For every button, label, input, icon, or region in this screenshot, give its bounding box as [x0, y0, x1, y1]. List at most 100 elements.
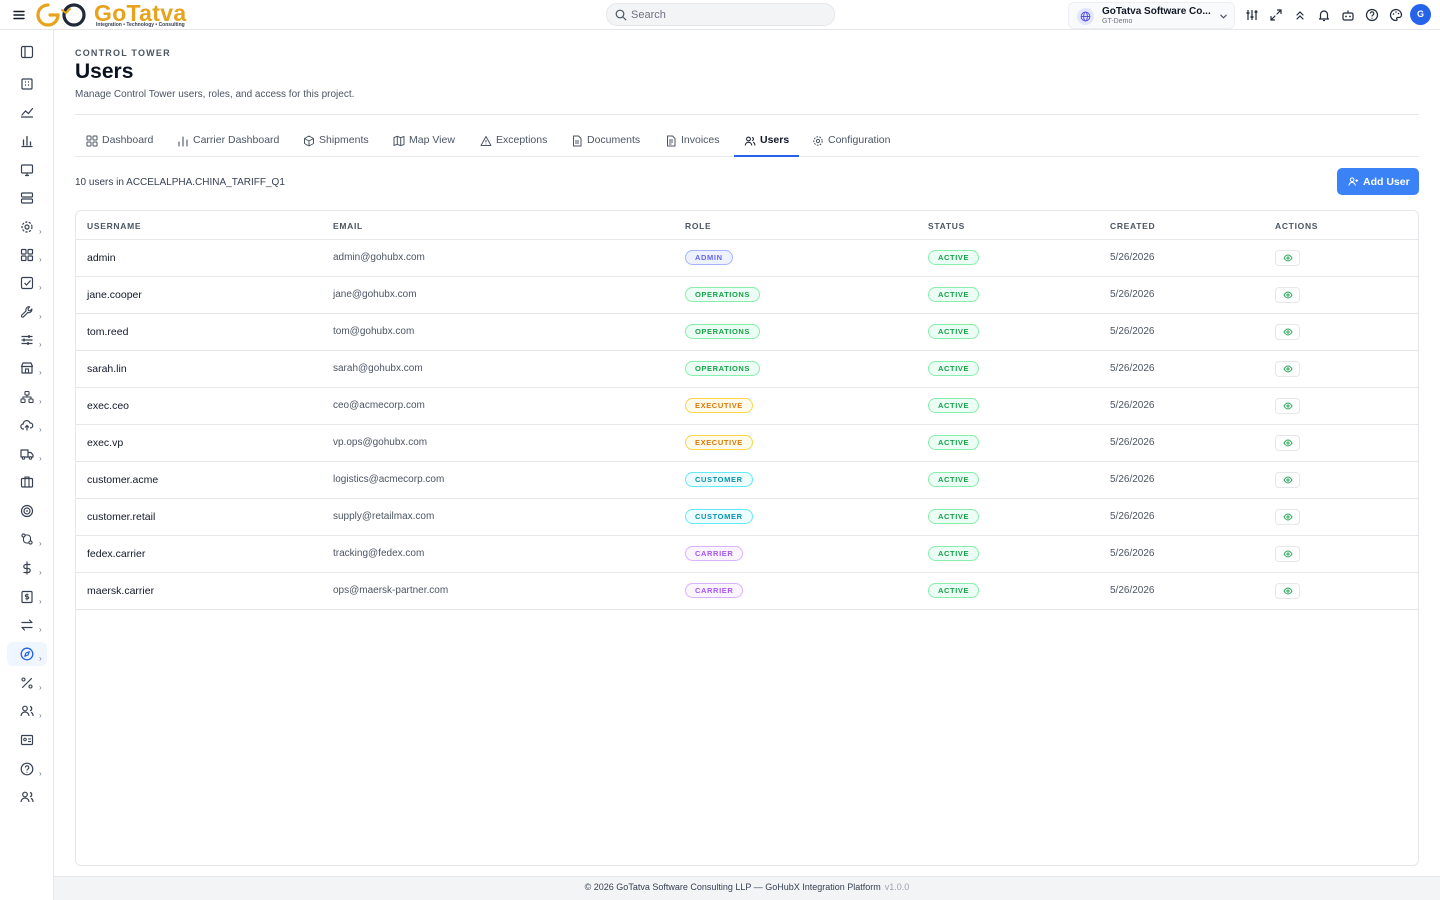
menu-icon[interactable] — [11, 7, 27, 23]
tab-label: Map View — [409, 134, 455, 146]
sidebar-item-collapse[interactable] — [7, 40, 47, 64]
role-badge: OPERATIONS — [685, 324, 761, 339]
sidebar-item-people[interactable] — [7, 785, 47, 809]
view-user-button[interactable] — [1275, 324, 1300, 340]
sidebar-item-settings[interactable]: › — [7, 215, 47, 239]
table-row[interactable]: customer.acme logistics@acmecorp.com CUS… — [76, 462, 1418, 499]
percent-icon — [21, 677, 33, 689]
fullscreen-icon[interactable] — [1268, 7, 1284, 23]
view-user-button[interactable] — [1275, 250, 1300, 266]
sidebar-item-discounts[interactable]: › — [7, 671, 47, 695]
view-user-button[interactable] — [1275, 287, 1300, 303]
network-icon — [20, 390, 34, 404]
panel-icon — [20, 45, 34, 59]
add-user-label: Add User — [1363, 176, 1410, 188]
table-row[interactable]: sarah.lin sarah@gohubx.com OPERATIONS AC… — [76, 351, 1418, 388]
sidebar-item-controls[interactable]: › — [7, 328, 47, 352]
sidebar-item-store[interactable]: › — [7, 356, 47, 380]
email-cell: tom@gohubx.com — [333, 326, 415, 337]
sidebar-item-tools[interactable]: › — [7, 300, 47, 324]
users-table: USERNAME EMAIL ROLE STATUS CREATED ACTIO… — [75, 210, 1419, 866]
table-row[interactable]: tom.reed tom@gohubx.com OPERATIONS ACTIV… — [76, 314, 1418, 351]
table-row[interactable]: exec.vp vp.ops@gohubx.com EXECUTIVE ACTI… — [76, 425, 1418, 462]
sidebar-item-control-tower[interactable]: › — [7, 642, 47, 666]
table-row[interactable]: maersk.carrier ops@maersk-partner.com CA… — [76, 573, 1418, 610]
table-row[interactable]: exec.ceo ceo@acmecorp.com EXECUTIVE ACTI… — [76, 388, 1418, 425]
email-cell: sarah@gohubx.com — [333, 363, 423, 374]
search-input[interactable] — [631, 7, 821, 22]
status-badge: ACTIVE — [928, 287, 980, 302]
invoice-icon — [667, 135, 676, 147]
column-header-created[interactable]: CREATED — [1110, 221, 1155, 231]
store-icon — [20, 362, 34, 374]
sidebar-item-help[interactable]: › — [7, 757, 47, 781]
sidebar-item-monitor[interactable] — [7, 158, 47, 182]
tenant-switcher[interactable]: GoTatva Software Co... GT-Demo — [1068, 2, 1235, 29]
sidebar-item-billing[interactable]: › — [7, 585, 47, 609]
status-badge: ACTIVE — [928, 546, 980, 561]
logo[interactable]: GoTatva Integration • Technology • Consu… — [34, 0, 204, 30]
column-header-status[interactable]: STATUS — [928, 221, 965, 231]
tab-users[interactable]: Users — [734, 126, 799, 157]
sidebar-item-upload[interactable]: › — [7, 413, 47, 437]
chevron-right-icon: › — [39, 683, 42, 692]
git-compare-icon — [21, 533, 33, 545]
add-user-button[interactable]: Add User — [1337, 168, 1419, 195]
sidebar-item-id-cards[interactable] — [7, 728, 47, 752]
chevrons-up-icon[interactable] — [1292, 7, 1308, 23]
id-card-icon — [20, 734, 34, 746]
view-user-button[interactable] — [1275, 435, 1300, 451]
sidebar-item-routes[interactable]: › — [7, 527, 47, 551]
section-eyebrow: CONTROL TOWER — [75, 48, 171, 58]
view-user-button[interactable] — [1275, 583, 1300, 599]
view-user-button[interactable] — [1275, 361, 1300, 377]
cloud-upload-icon — [20, 420, 34, 431]
arrows-exchange-icon — [21, 619, 33, 631]
receipt-icon — [21, 590, 33, 604]
warning-icon — [480, 136, 492, 146]
sliders-icon[interactable] — [1244, 7, 1260, 23]
created-cell: 5/26/2026 — [1110, 474, 1155, 485]
chevron-right-icon: › — [39, 312, 42, 321]
help-icon[interactable] — [1364, 7, 1380, 23]
username-cell: tom.reed — [87, 326, 129, 338]
sidebar-item-transport[interactable]: › — [7, 442, 47, 466]
sidebar-item-targets[interactable] — [7, 499, 47, 523]
chevron-right-icon: › — [39, 539, 42, 548]
column-header-role[interactable]: ROLE — [685, 221, 711, 231]
eye-icon — [1283, 587, 1293, 595]
table-row[interactable]: fedex.carrier tracking@fedex.com CARRIER… — [76, 536, 1418, 573]
status-badge: ACTIVE — [928, 472, 980, 487]
column-header-username[interactable]: USERNAME — [87, 221, 141, 231]
sidebar-item-tasks[interactable]: › — [7, 271, 47, 295]
sidebar-item-network[interactable]: › — [7, 385, 47, 409]
page-title: Users — [75, 60, 134, 83]
avatar[interactable]: G — [1410, 4, 1431, 25]
chevron-right-icon: › — [39, 340, 42, 349]
column-header-email[interactable]: EMAIL — [333, 221, 363, 231]
bell-icon[interactable] — [1316, 7, 1332, 23]
view-user-button[interactable] — [1275, 398, 1300, 414]
view-user-button[interactable] — [1275, 546, 1300, 562]
status-badge: ACTIVE — [928, 361, 980, 376]
table-row[interactable]: admin admin@gohubx.com ADMIN ACTIVE 5/26… — [76, 240, 1418, 277]
sidebar-item-transfers[interactable]: › — [7, 613, 47, 637]
table-row[interactable]: jane.cooper jane@gohubx.com OPERATIONS A… — [76, 277, 1418, 314]
table-row[interactable]: customer.retail supply@retailmax.com CUS… — [76, 499, 1418, 536]
sidebar-item-apps[interactable]: › — [7, 243, 47, 267]
sidebar-item-buildings[interactable] — [7, 72, 47, 96]
role-badge: CARRIER — [685, 546, 744, 561]
dollar-icon — [23, 561, 31, 575]
users-icon — [744, 136, 756, 146]
view-user-button[interactable] — [1275, 509, 1300, 525]
sidebar-item-reports[interactable] — [7, 129, 47, 153]
view-user-button[interactable] — [1275, 472, 1300, 488]
sidebar-item-analytics[interactable] — [7, 100, 47, 124]
sidebar-item-teams[interactable]: › — [7, 699, 47, 723]
robot-icon[interactable] — [1340, 7, 1356, 23]
sidebar-item-servers[interactable] — [7, 186, 47, 210]
palette-icon[interactable] — [1388, 7, 1404, 23]
sidebar-item-business[interactable] — [7, 470, 47, 494]
sidebar-item-finance[interactable]: › — [7, 556, 47, 580]
search-box[interactable] — [606, 3, 835, 26]
